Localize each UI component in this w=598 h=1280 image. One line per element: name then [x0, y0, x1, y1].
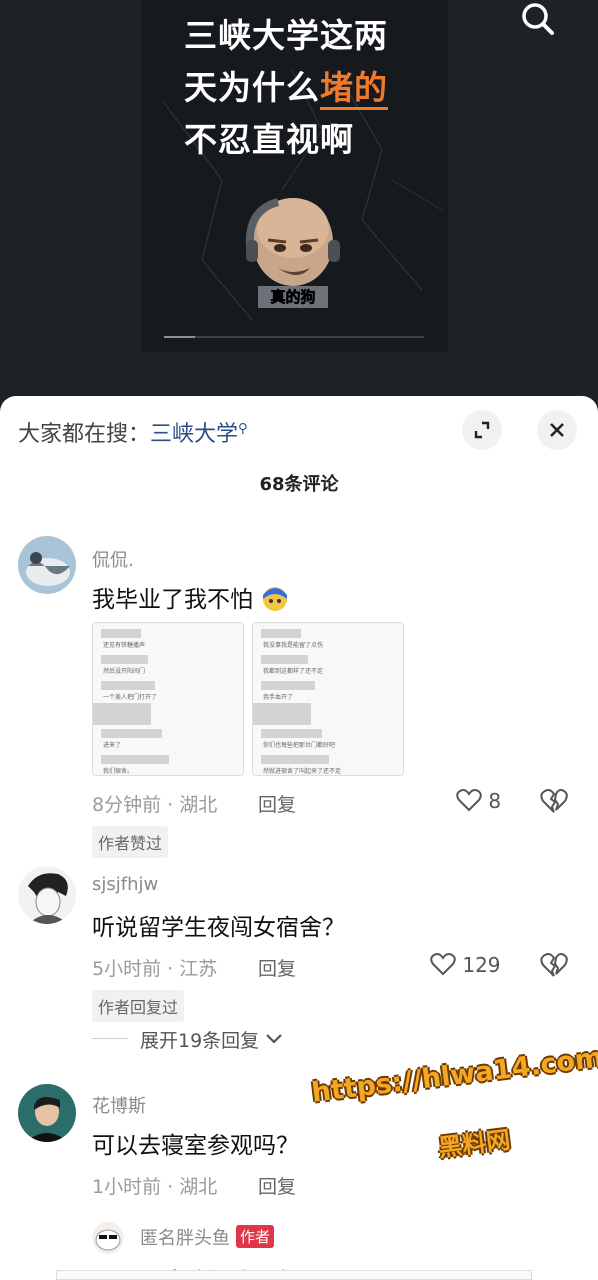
expand-button[interactable] — [462, 410, 502, 450]
chat-redacted-bar — [261, 729, 322, 738]
reply-button[interactable]: 回复 — [258, 1172, 296, 1199]
chat-line: 进来了 — [103, 742, 122, 749]
avatar[interactable] — [18, 1084, 76, 1142]
dislike-button[interactable] — [540, 788, 568, 818]
author-liked-badge: 作者赞过 — [92, 826, 169, 858]
expand-replies-label: 展开19条回复 — [140, 1030, 260, 1052]
chat-line: 然就进宿舍了叫起来了还不走 — [263, 768, 342, 775]
chat-redacted-bar — [101, 629, 141, 638]
close-button[interactable] — [537, 410, 577, 450]
face-emoji-icon — [263, 587, 288, 611]
broken-heart-icon — [540, 789, 568, 813]
chat-line: 我们宿舍。 — [103, 768, 134, 775]
sticker-caption: 真的狗 — [270, 288, 315, 306]
small-search-icon: ⚲ — [238, 421, 248, 437]
chat-redacted-bar — [101, 729, 162, 738]
like-button[interactable]: 8 — [456, 788, 501, 813]
avatar[interactable] — [18, 536, 76, 594]
comment-meta: 1小时前 · 湖北 — [92, 1176, 218, 1198]
meme-sticker: 真的狗 — [238, 190, 348, 310]
close-icon — [550, 423, 564, 437]
chat-line: 然后没开阳间门 — [103, 668, 146, 675]
like-count: 8 — [488, 789, 502, 813]
title-highlight: 堵的 — [320, 68, 388, 110]
sub-reply-header: 匿名胖头鱼 作者 — [140, 1224, 275, 1250]
chat-redacted-bar — [101, 681, 155, 690]
comment-username[interactable]: 匿名胖头鱼 — [140, 1228, 230, 1249]
chat-line: 我手血开了 — [263, 694, 294, 701]
comment-text-body: 我毕业了我不怕 — [92, 587, 253, 613]
comment-username[interactable]: sjsjfhjw — [92, 874, 158, 895]
title-line-2: 天为什么 — [184, 68, 320, 107]
chat-line: 你们也每些把那台门都好吧 — [263, 742, 336, 749]
comment-count: 68条评论 — [259, 474, 339, 495]
comment-text: 可以去寝室参观吗？ — [92, 1133, 299, 1159]
chat-redacted-bar — [261, 655, 308, 664]
expand-icon — [474, 421, 490, 439]
author-tag: 作者 — [236, 1225, 275, 1248]
avatar[interactable] — [18, 866, 76, 924]
chat-redacted-bar — [261, 681, 315, 690]
chat-redacted-block — [253, 703, 311, 725]
comment-meta: 5小时前 · 江苏 — [92, 958, 218, 980]
title-line-1: 三峡大学这两 — [184, 16, 388, 55]
chat-redacted-bar — [261, 629, 301, 638]
reply-button[interactable]: 回复 — [258, 790, 296, 817]
comment-meta: 8分钟前 · 湖北 — [92, 794, 218, 816]
hot-search-keyword[interactable]: 三峡大学 — [150, 422, 238, 447]
search-icon — [522, 3, 554, 35]
comment-image-1[interactable]: 还见有铁糖播声 然后没开阳间门一个美人把门打开了 进来了我们宿舍。 — [92, 622, 244, 776]
chat-redacted-bar — [261, 755, 329, 764]
title-line-3: 不忍直视啊 — [184, 120, 354, 159]
chat-redacted-block — [93, 703, 151, 725]
chat-redacted-bar — [101, 655, 148, 664]
chat-line: 我没事我是能留了点伤 — [263, 642, 324, 649]
chat-redacted-bar — [101, 755, 169, 764]
expand-divider — [92, 1038, 128, 1039]
video-player[interactable]: 三峡大学这两 天为什么堵的 不忍直视啊 真的狗 — [0, 0, 598, 420]
author-replied-badge: 作者回复过 — [92, 990, 185, 1022]
search-button[interactable] — [518, 0, 558, 40]
chevron-down-icon — [266, 1034, 283, 1044]
chat-line: 一个美人把门打开了 — [103, 694, 158, 701]
comment-text: 听说留学生夜闯女宿舍？ — [92, 915, 345, 941]
hot-search-row[interactable]: 大家都在搜：三峡大学⚲ — [18, 416, 248, 448]
heart-icon — [430, 953, 456, 976]
video-progress-fill — [164, 336, 196, 338]
dislike-button[interactable] — [540, 952, 568, 982]
comment-image-2[interactable]: 我没事我是能留了点伤 我都到这都样了还不走 我手血开了你们也每些把那台门都好吧 然就进… — [252, 622, 404, 776]
heart-icon — [456, 789, 482, 812]
hot-search-label: 大家都在搜： — [18, 422, 151, 447]
chat-line: 还见有铁糖播声 — [103, 642, 146, 649]
comment-text: 我毕业了我不怕 — [92, 580, 290, 614]
avatar[interactable] — [92, 1222, 124, 1254]
comments-sheet: 大家都在搜：三峡大学⚲ 68条评论 侃侃. 我毕业了我不怕 还见有铁糖播声 然后… — [0, 396, 598, 1280]
expand-replies-button[interactable]: 展开19条回复 — [140, 1026, 283, 1053]
video-progress-bar[interactable] — [164, 336, 424, 338]
comment-username[interactable]: 花博斯 — [92, 1092, 146, 1118]
input-bar-edge[interactable] — [56, 1270, 532, 1280]
reply-button[interactable]: 回复 — [258, 954, 296, 981]
like-count: 129 — [462, 953, 501, 977]
comment-username[interactable]: 侃侃. — [92, 546, 134, 572]
like-button[interactable]: 129 — [430, 952, 501, 977]
broken-heart-icon — [540, 953, 568, 977]
chat-line: 我都到这都样了还不走 — [263, 668, 324, 675]
video-title: 三峡大学这两 天为什么堵的 不忍直视啊 — [184, 10, 388, 166]
